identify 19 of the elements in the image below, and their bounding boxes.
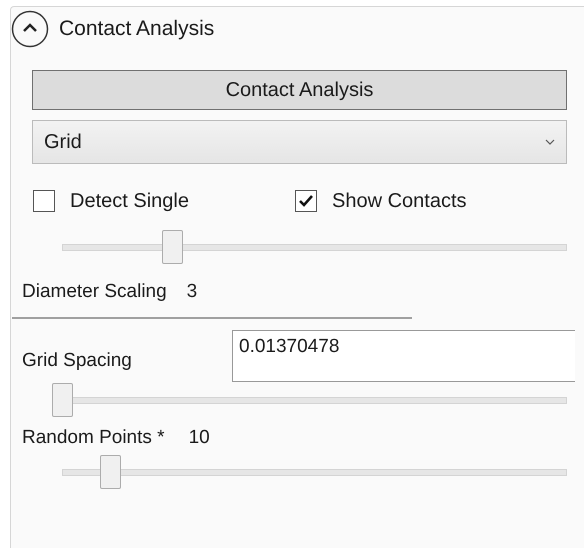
slider-thumb[interactable] <box>52 383 73 417</box>
grid-spacing-label: Grid Spacing <box>22 349 133 373</box>
checkbox[interactable] <box>295 190 317 212</box>
chevron-down-icon <box>545 139 555 145</box>
diameter-scaling-value: 3 <box>186 280 198 304</box>
checkbox-label: Detect Single <box>70 189 189 214</box>
diameter-scaling-label: Diameter Scaling <box>22 280 167 304</box>
contact-analysis-button[interactable]: Contact Analysis <box>32 70 567 110</box>
checkbox[interactable] <box>33 190 55 212</box>
random-points-value: 10 <box>188 426 210 450</box>
grid-spacing-field[interactable]: 0.01370478 <box>232 330 575 382</box>
collapse-icon[interactable] <box>11 10 49 48</box>
section-title: Contact Analysis <box>59 16 214 42</box>
method-dropdown[interactable]: Grid <box>32 120 567 164</box>
slider-thumb[interactable] <box>162 230 184 264</box>
random-points-label: Random Points * <box>22 426 165 450</box>
slider-thumb[interactable] <box>100 455 121 489</box>
checkmark-icon <box>298 194 314 208</box>
checkbox-label: Show Contacts <box>332 189 467 214</box>
